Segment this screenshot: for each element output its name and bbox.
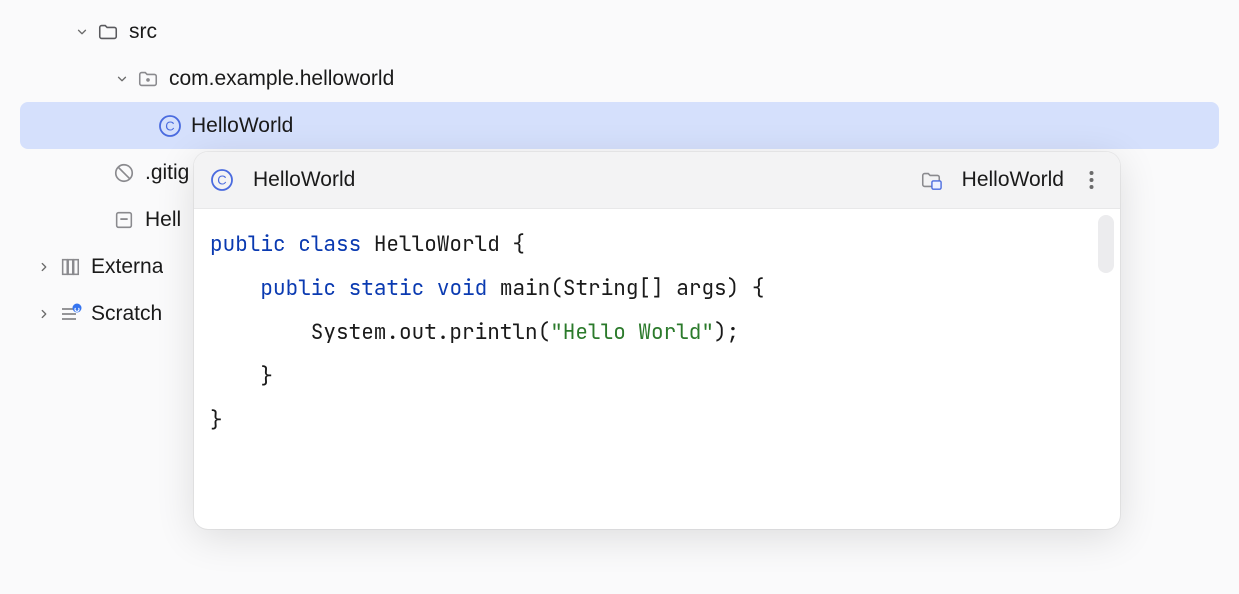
preview-module-name: HelloWorld	[962, 168, 1064, 192]
tree-label: Hell	[145, 208, 181, 232]
chevron-down-icon[interactable]	[72, 22, 92, 42]
chevron-down-icon[interactable]	[112, 69, 132, 89]
preview-header: C HelloWorld HelloWorld	[194, 152, 1120, 209]
class-icon: C	[210, 168, 234, 192]
tree-label: Scratch	[91, 302, 162, 326]
scrollbar-thumb[interactable]	[1098, 215, 1114, 273]
scratch-icon	[58, 302, 82, 326]
code-preview-popup: C HelloWorld HelloWorld public class Hel…	[194, 152, 1120, 529]
tree-label: com.example.helloworld	[169, 67, 394, 91]
tree-item-package[interactable]: com.example.helloworld	[0, 55, 1239, 102]
folder-icon	[96, 20, 120, 44]
chevron-right-icon[interactable]	[34, 304, 54, 324]
class-icon: C	[158, 114, 182, 138]
library-icon	[58, 255, 82, 279]
gitignore-icon	[112, 161, 136, 185]
more-options-button[interactable]	[1078, 167, 1104, 193]
code-editor-body[interactable]: public class HelloWorld { public static …	[194, 209, 1120, 529]
module-file-icon	[112, 208, 136, 232]
tree-label: HelloWorld	[191, 114, 293, 138]
code-content: public class HelloWorld { public static …	[210, 223, 1120, 443]
tree-label: Externa	[91, 255, 163, 279]
tree-label: src	[129, 20, 157, 44]
svg-text:C: C	[217, 173, 226, 188]
tree-item-src[interactable]: src	[0, 8, 1239, 55]
package-icon	[136, 67, 160, 91]
svg-text:C: C	[165, 118, 174, 133]
tree-item-class-helloworld[interactable]: C HelloWorld	[20, 102, 1219, 149]
module-icon	[919, 168, 943, 192]
chevron-right-icon[interactable]	[34, 257, 54, 277]
preview-title: HelloWorld	[253, 168, 355, 192]
tree-label: .gitig	[145, 161, 189, 185]
